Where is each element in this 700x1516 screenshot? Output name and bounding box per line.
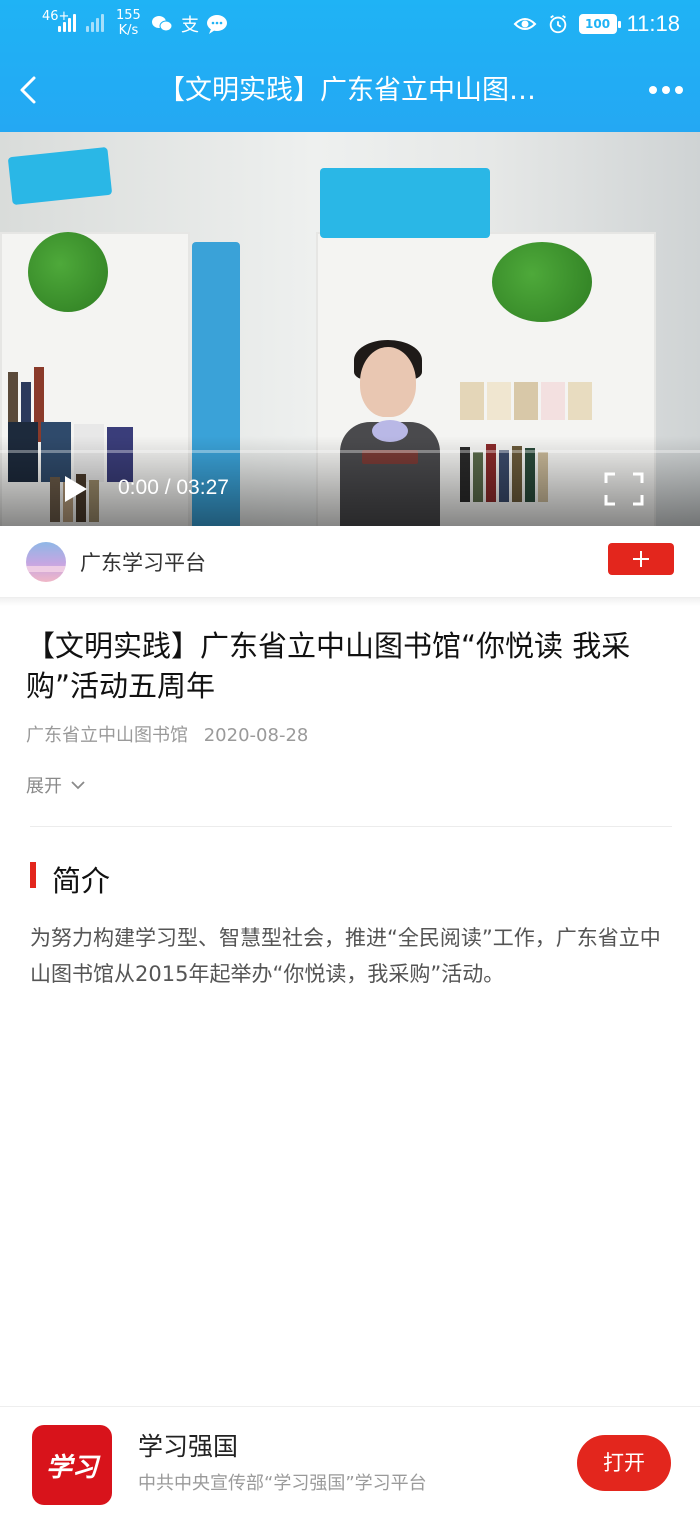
follow-plus-icon[interactable] <box>608 543 674 575</box>
nav-bar: 【文明实践】广东省立中山图… <box>0 52 700 132</box>
article-date: 2020-08-28 <box>203 725 309 746</box>
app-logo: 学习 <box>32 1425 112 1505</box>
video-time: 0:00 / 03:27 <box>118 476 229 499</box>
page-title: 【文明实践】广东省立中山图… <box>158 75 536 106</box>
section-title: 简介 <box>52 864 111 898</box>
plant-right <box>492 242 592 322</box>
app-description: 中共中央宣传部“学习强国”学习平台 <box>138 1473 427 1494</box>
play-icon[interactable] <box>60 474 90 504</box>
wechat-icon <box>152 16 173 32</box>
app-name: 学习强国 <box>138 1432 239 1461</box>
article-title: 【文明实践】广东省立中山图书馆“你悦读 我采购”活动五周年 <box>26 629 631 703</box>
more-icon[interactable] <box>646 78 686 102</box>
video-player[interactable]: 0:00 / 03:27 <box>0 132 700 526</box>
expand-label: 展开 <box>26 776 62 797</box>
app-banner: 学习 学习强国 中共中央宣传部“学习强国”学习平台 打开 <box>0 1406 700 1516</box>
channel-avatar[interactable] <box>26 542 66 582</box>
channel-row: 广东学习平台 <box>0 526 700 598</box>
article-meta: 广东省立中山图书馆 2020-08-28 <box>26 721 308 747</box>
signal-2-icon <box>86 12 104 32</box>
alipay-icon: 支 <box>181 15 199 36</box>
chevron-down-icon <box>71 781 85 790</box>
svg-text:支: 支 <box>181 15 199 36</box>
status-bar: 46+ 155 K/s 支 100 11:18 <box>0 0 700 48</box>
open-app-button[interactable]: 打开 <box>577 1435 671 1491</box>
divider <box>30 826 672 827</box>
video-progress-bar[interactable] <box>0 450 700 453</box>
message-icon <box>207 15 227 34</box>
network-speed: 155 K/s <box>116 8 141 38</box>
signal-icon <box>58 12 76 32</box>
article-source: 广东省立中山图书馆 <box>26 725 188 746</box>
plant-left <box>28 232 108 312</box>
promo-sign-left <box>7 146 113 206</box>
expand-toggle[interactable]: 展开 <box>26 772 86 798</box>
section-body: 为努力构建学习型、智慧型社会，推进“全民阅读”工作，广东省立中山图书馆从2015… <box>30 926 661 986</box>
section-marker <box>30 862 36 888</box>
back-arrow-icon[interactable] <box>12 72 48 108</box>
header: 46+ 155 K/s 支 100 11:18 【文明实践】广东省立中山图… <box>0 0 700 132</box>
presenter <box>360 347 416 417</box>
promo-sign-right <box>320 168 490 238</box>
fullscreen-icon[interactable] <box>604 472 644 506</box>
battery-indicator: 100 <box>578 14 621 34</box>
channel-name[interactable]: 广东学习平台 <box>80 547 206 577</box>
eye-icon <box>513 18 536 30</box>
alarm-icon <box>549 14 566 34</box>
status-time: 11:18 <box>626 11 680 36</box>
